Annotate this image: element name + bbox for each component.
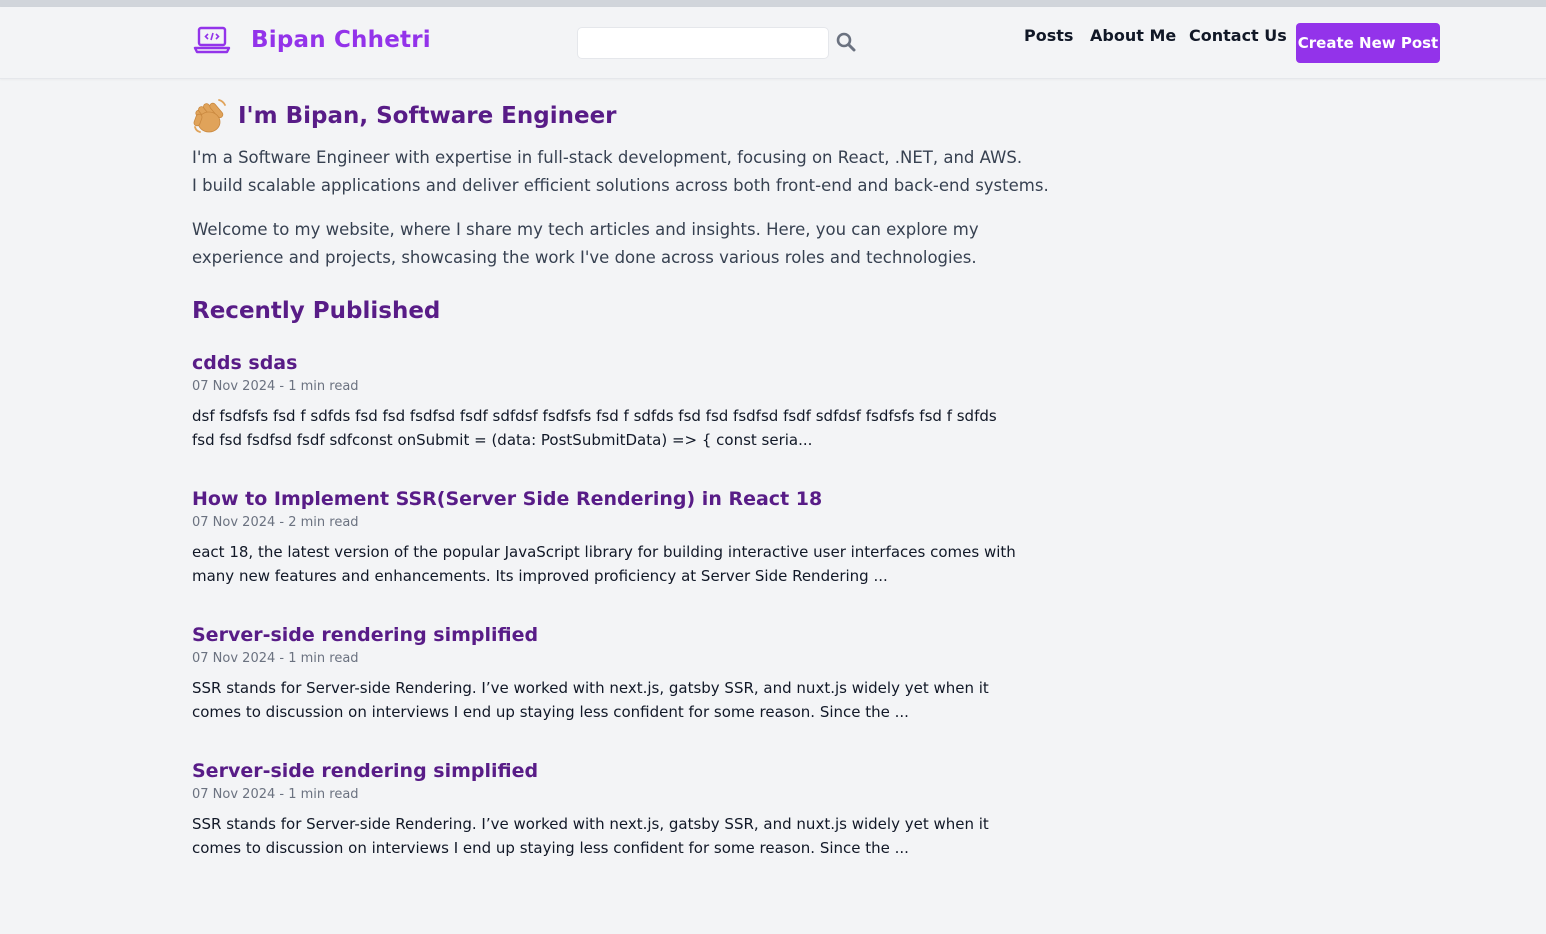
post-item: cdds sdas 07 Nov 2024 - 1 min read dsf f… bbox=[192, 350, 1062, 452]
nav-link-posts[interactable]: Posts bbox=[1024, 26, 1073, 45]
post-excerpt: eact 18, the latest version of the popul… bbox=[192, 543, 1016, 585]
intro-text: I'm a Software Engineer with expertise i… bbox=[192, 144, 1062, 200]
post-item: Server-side rendering simplified 07 Nov … bbox=[192, 758, 1062, 860]
main-content: I'm Bipan, Software Engineer I'm a Softw… bbox=[192, 97, 1062, 860]
intro-line-1: I'm a Software Engineer with expertise i… bbox=[192, 148, 1023, 167]
browser-top-border bbox=[0, 0, 1546, 7]
waving-hand-icon bbox=[192, 97, 230, 135]
create-new-post-button[interactable]: Create New Post bbox=[1296, 23, 1440, 63]
search-input[interactable] bbox=[577, 27, 829, 59]
navbar: Bipan Chhetri Posts About Me Contact Us … bbox=[0, 7, 1546, 79]
brand-name: Bipan Chhetri bbox=[251, 27, 431, 53]
post-title-link[interactable]: cdds sdas bbox=[192, 350, 1062, 376]
intro-line-2: I build scalable applications and delive… bbox=[192, 176, 1049, 195]
post-title-link[interactable]: How to Implement SSR(Server Side Renderi… bbox=[192, 486, 1062, 512]
post-excerpt: SSR stands for Server-side Rendering. I’… bbox=[192, 679, 989, 721]
welcome-text: Welcome to my website, where I share my … bbox=[192, 220, 979, 267]
post-excerpt: dsf fsdfsfs fsd f sdfds fsd fsd fsdfsd f… bbox=[192, 407, 997, 449]
hero-heading: I'm Bipan, Software Engineer bbox=[192, 97, 1062, 135]
post-meta: 07 Nov 2024 - 1 min read bbox=[192, 787, 359, 802]
laptop-code-icon bbox=[193, 25, 231, 55]
post-meta: 07 Nov 2024 - 1 min read bbox=[192, 379, 359, 394]
nav-link-about[interactable]: About Me bbox=[1090, 26, 1176, 45]
post-excerpt: SSR stands for Server-side Rendering. I’… bbox=[192, 815, 989, 857]
hero-title: I'm Bipan, Software Engineer bbox=[238, 103, 617, 129]
brand-link[interactable]: Bipan Chhetri bbox=[193, 25, 431, 55]
search-icon[interactable] bbox=[836, 31, 856, 53]
recently-published-heading: Recently Published bbox=[192, 298, 441, 324]
post-title-link[interactable]: Server-side rendering simplified bbox=[192, 758, 1062, 784]
post-item: Server-side rendering simplified 07 Nov … bbox=[192, 622, 1062, 724]
post-item: How to Implement SSR(Server Side Renderi… bbox=[192, 486, 1062, 588]
post-meta: 07 Nov 2024 - 1 min read bbox=[192, 651, 359, 666]
post-meta: 07 Nov 2024 - 2 min read bbox=[192, 515, 359, 530]
nav-link-contact[interactable]: Contact Us bbox=[1189, 26, 1287, 45]
post-title-link[interactable]: Server-side rendering simplified bbox=[192, 622, 1062, 648]
